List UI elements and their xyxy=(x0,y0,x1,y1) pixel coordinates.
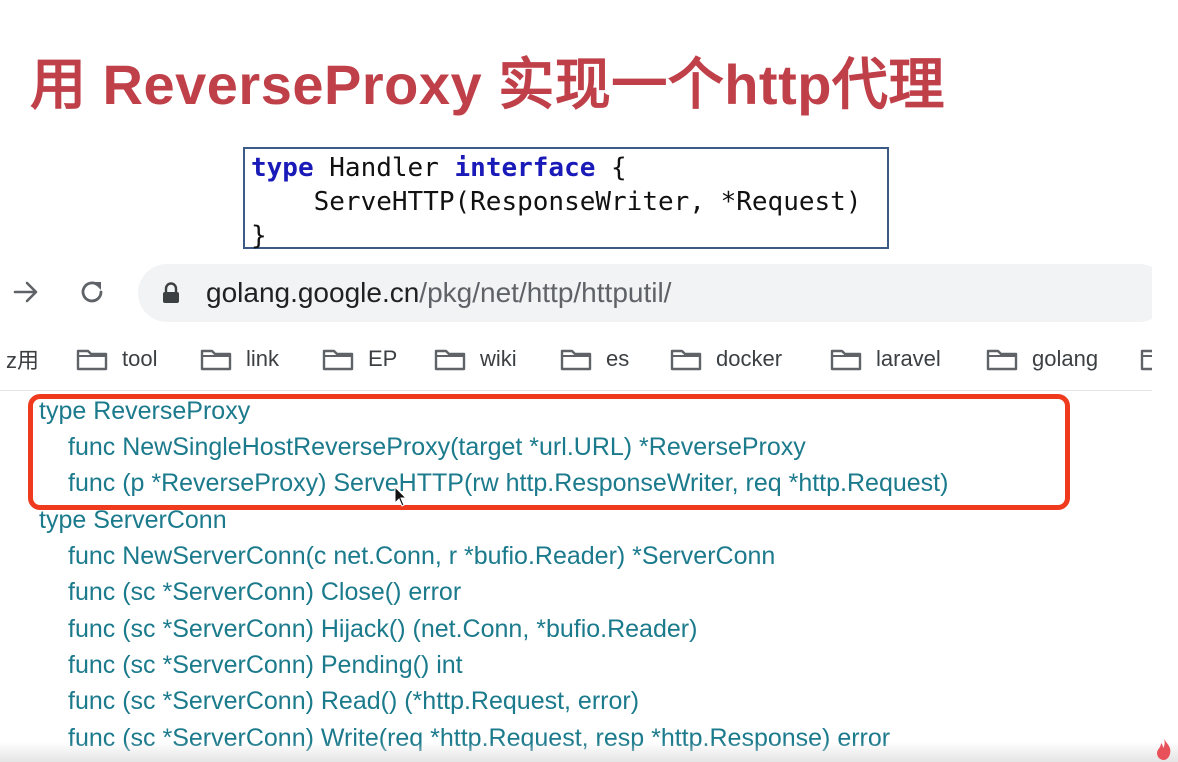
bookmark-apps[interactable]: z用 xyxy=(6,343,39,375)
bookmark-label: golang xyxy=(1032,346,1099,371)
index-link[interactable]: func (sc *ServerConn) Hijack() (net.Conn… xyxy=(68,615,697,644)
bookmark-label: es xyxy=(606,346,630,371)
code-keyword-type: type xyxy=(251,153,314,183)
bookmarks-bar: z用 tool link EP wiki es docker laravel g… xyxy=(0,336,1152,382)
code-keyword-interface: interface xyxy=(454,153,596,183)
folder-icon xyxy=(830,349,862,371)
index-link[interactable]: func (sc *ServerConn) Pending() int xyxy=(68,651,463,680)
bookmark-label: tool xyxy=(122,346,158,371)
url-path: /pkg/net/http/httputil/ xyxy=(419,277,672,308)
bottom-fade xyxy=(0,742,1178,762)
folder-icon xyxy=(670,349,702,371)
folder-icon xyxy=(434,349,466,371)
flame-logo-icon xyxy=(1157,738,1171,760)
bookmark-label: link xyxy=(246,346,280,371)
bookmark-golang[interactable]: golang xyxy=(986,343,1098,375)
bookmark-tool[interactable]: tool xyxy=(76,343,157,375)
index-link[interactable]: func (sc *ServerConn) Read() (*http.Requ… xyxy=(68,687,639,716)
slide-title: 用 ReverseProxy 实现一个http代理 xyxy=(30,53,945,116)
folder-icon xyxy=(560,349,592,371)
address-bar[interactable]: golang.google.cn/pkg/net/http/httputil/ xyxy=(138,264,1152,322)
bookmark-label: docker xyxy=(716,346,783,371)
bookmark-overflow[interactable] xyxy=(1140,343,1152,375)
forward-button[interactable] xyxy=(6,272,46,312)
address-url[interactable]: golang.google.cn/pkg/net/http/httputil/ xyxy=(206,277,671,309)
index-link[interactable]: func (sc *ServerConn) Close() error xyxy=(68,578,461,607)
code-line-1: type Handler interface { xyxy=(251,151,887,185)
index-link[interactable]: type ServerConn xyxy=(39,506,227,535)
reload-icon xyxy=(81,281,103,303)
folder-icon xyxy=(1140,349,1152,371)
bookmark-docker[interactable]: docker xyxy=(670,343,782,375)
bookmark-label: wiki xyxy=(480,346,517,371)
handler-interface-code-box: type Handler interface { ServeHTTP(Respo… xyxy=(243,147,889,251)
code-handler-name: Handler xyxy=(313,153,455,183)
folder-icon xyxy=(200,349,232,371)
folder-icon xyxy=(76,349,108,371)
arrow-right-icon xyxy=(13,281,38,303)
bookmark-wiki[interactable]: wiki xyxy=(434,343,517,375)
folder-icon xyxy=(322,349,354,371)
bookmark-laravel[interactable]: laravel xyxy=(830,343,941,375)
code-line-2: ServeHTTP(ResponseWriter, *Request) xyxy=(251,187,862,217)
toolbar-divider xyxy=(0,390,1152,391)
bookmark-ep[interactable]: EP xyxy=(322,343,397,375)
code-line-3: } xyxy=(251,221,267,251)
mouse-cursor-icon xyxy=(394,486,408,507)
url-host: golang.google.cn xyxy=(206,277,420,308)
highlight-box xyxy=(28,394,1070,510)
folder-icon xyxy=(986,349,1018,371)
bookmark-link[interactable]: link xyxy=(200,343,279,375)
lock-icon[interactable] xyxy=(162,282,180,304)
bookmark-label: z用 xyxy=(6,348,40,373)
bookmark-es[interactable]: es xyxy=(560,343,629,375)
reload-button[interactable] xyxy=(72,272,112,312)
bookmark-label: EP xyxy=(368,346,398,371)
index-link[interactable]: func NewServerConn(c net.Conn, r *bufio.… xyxy=(68,542,775,571)
code-open-brace: { xyxy=(595,153,627,183)
bookmark-label: laravel xyxy=(876,346,941,371)
